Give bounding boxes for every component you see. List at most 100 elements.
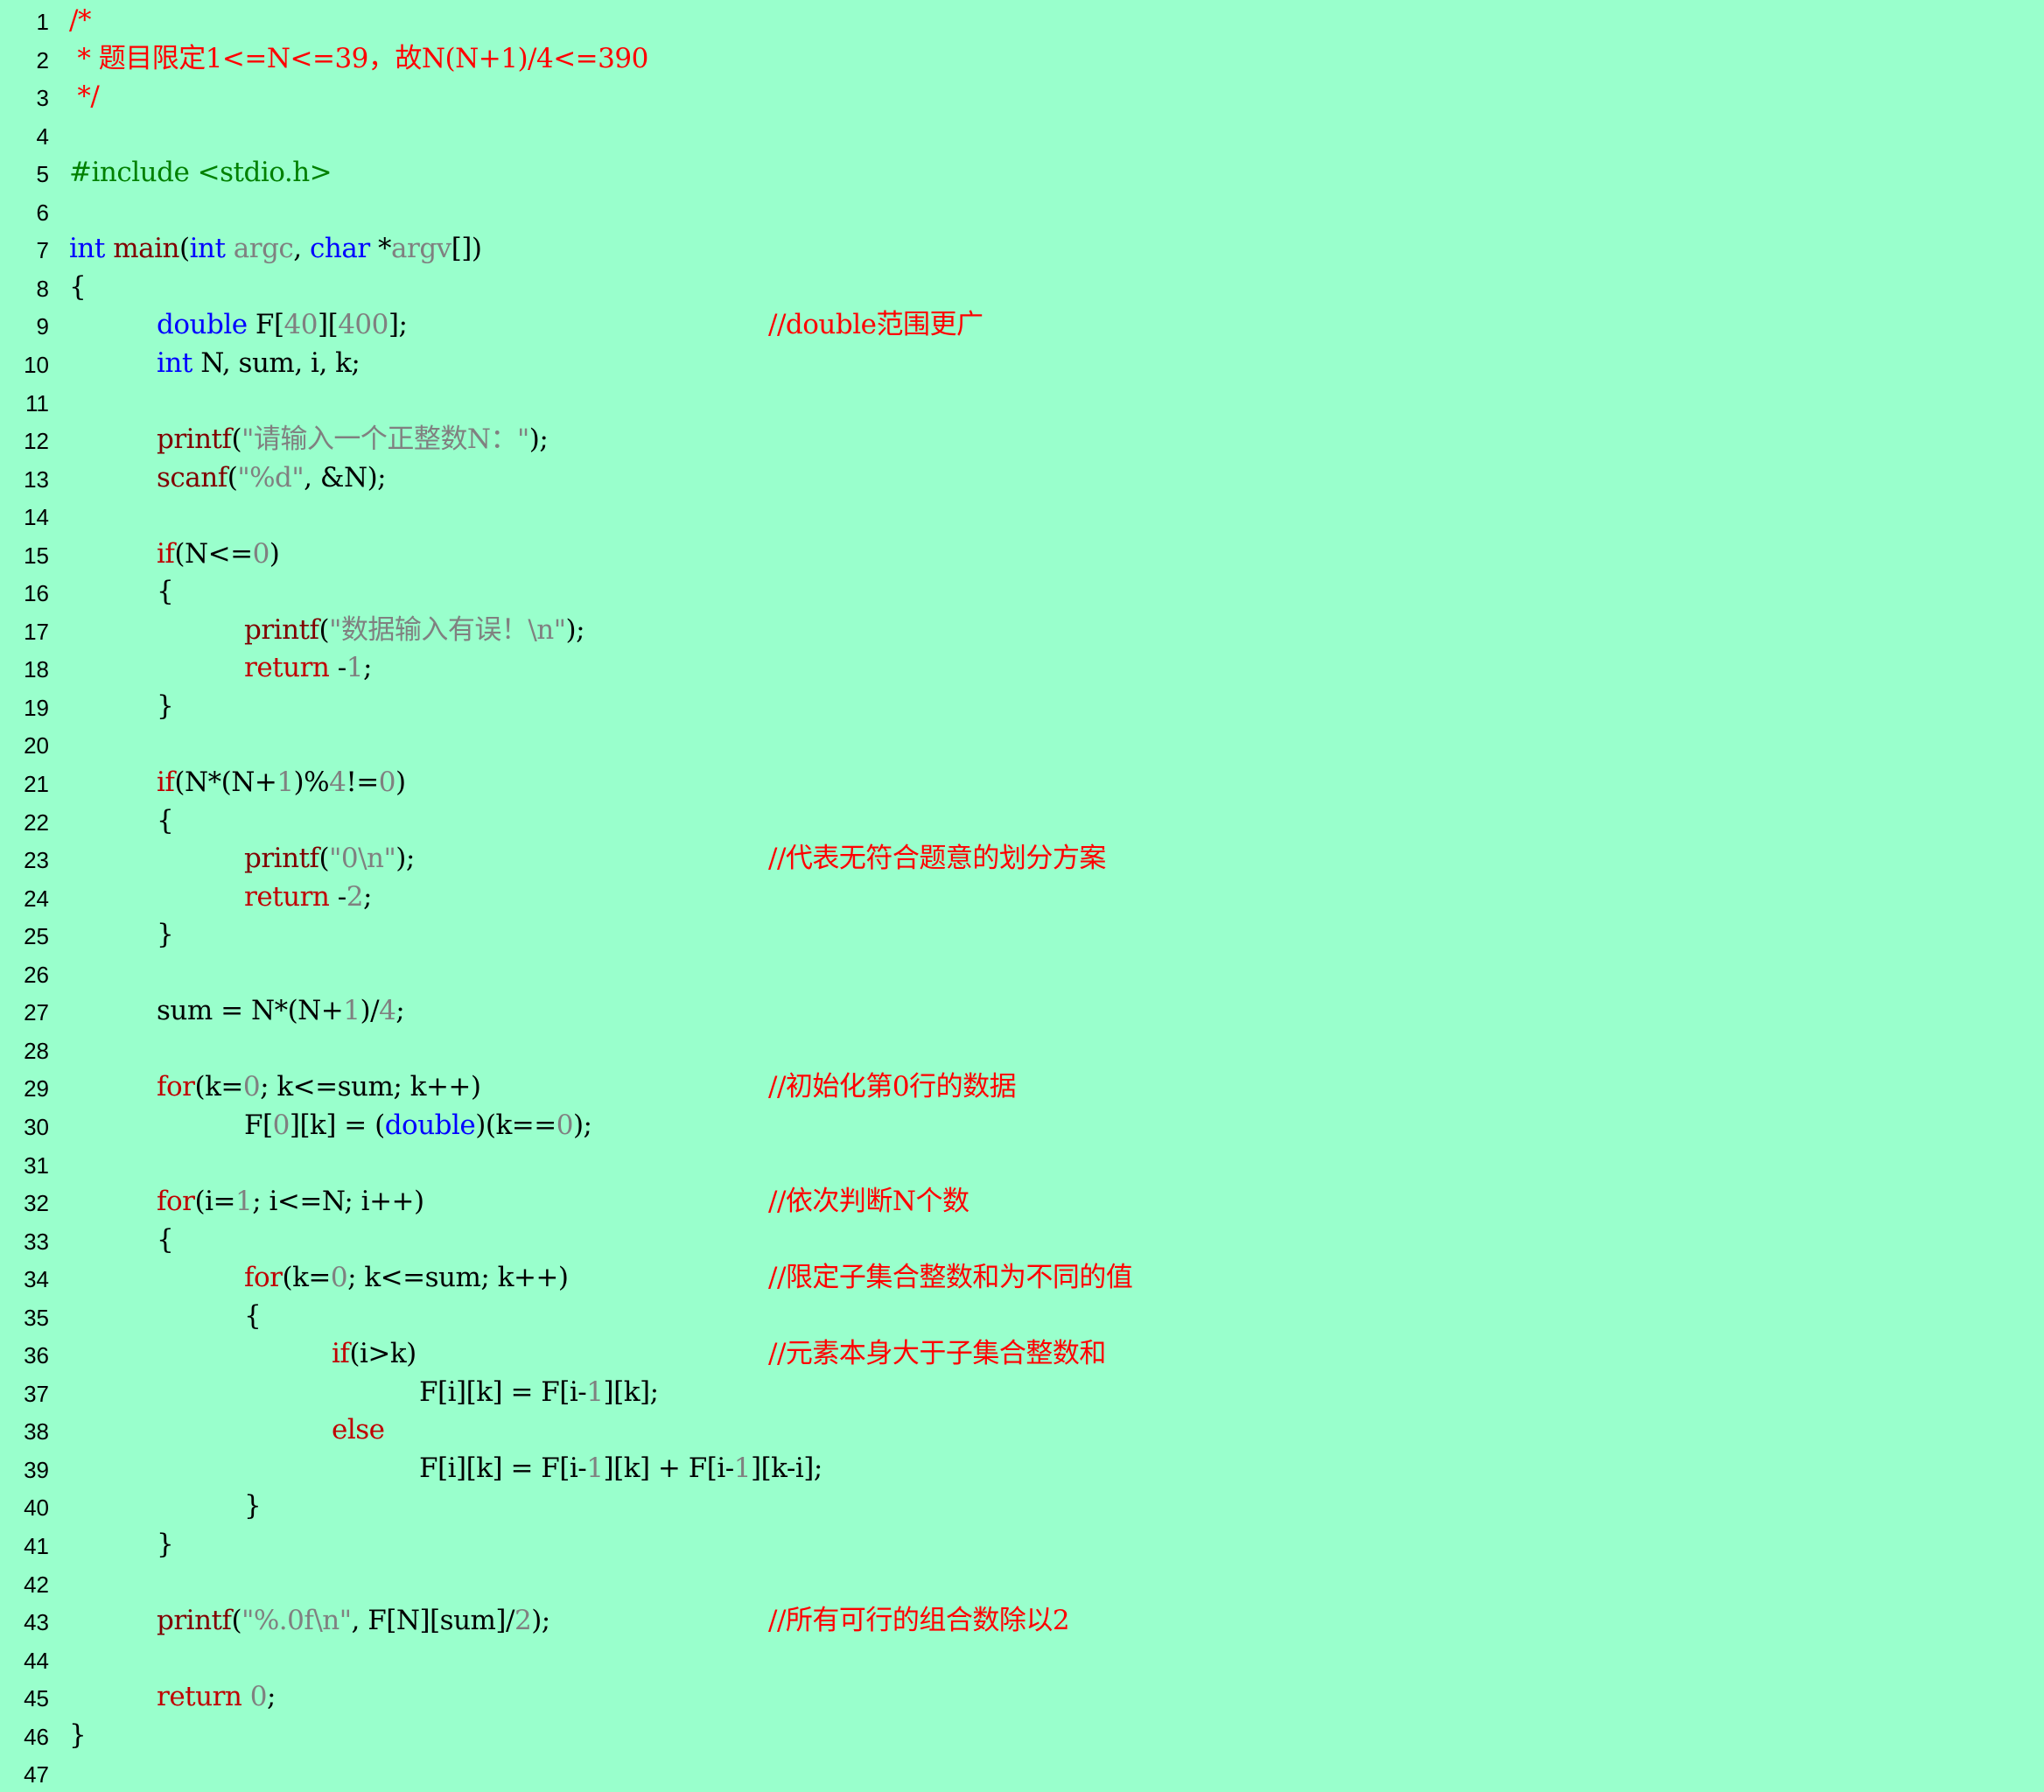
code-line[interactable]: 4	[0, 116, 2044, 154]
code-line[interactable]: 6	[0, 192, 2044, 230]
code-text: return -2;	[244, 878, 372, 916]
code-token: ][k-i];	[750, 1452, 822, 1484]
code-line[interactable]: 3 */	[0, 78, 2044, 116]
code-line[interactable]: 37 F[i][k] = F[i-1][k];	[0, 1374, 2044, 1411]
code-token: ][k] = (	[289, 1109, 385, 1141]
code-line[interactable]: 30 F[0][k] = (double)(k==0);	[0, 1107, 2044, 1144]
line-number: 41	[24, 1533, 49, 1559]
code-line[interactable]: 18 return -1;	[0, 649, 2044, 687]
code-line[interactable]: 31	[0, 1145, 2044, 1183]
code-line[interactable]: 1 /*	[0, 2, 2044, 39]
code-line[interactable]: 42	[0, 1564, 2044, 1602]
code-line[interactable]: 45 return 0;	[0, 1678, 2044, 1716]
code-token: )	[269, 537, 280, 570]
code-line[interactable]: 21 if(N*(N+1)%4!=0)	[0, 764, 2044, 802]
code-token: 1	[234, 1186, 253, 1218]
code-line[interactable]: 39 F[i][k] = F[i-1][k] + F[i-1][k-i];	[0, 1450, 2044, 1488]
code-editor[interactable]: 1/* 2 * 题目限定1<=N<=39，故N(N+1)/4<=390 3 */4 5…	[0, 0, 2044, 1788]
code-line[interactable]: 41}	[0, 1526, 2044, 1564]
code-token: (k=	[282, 1262, 331, 1294]
code-token: (i>k)	[349, 1338, 416, 1370]
code-token: }	[157, 1529, 174, 1560]
code-line[interactable]: 5 #include <stdio.h>	[0, 154, 2044, 192]
code-line[interactable]: 20	[0, 725, 2044, 763]
line-number: 8	[36, 275, 49, 302]
code-line[interactable]: 19}	[0, 688, 2044, 725]
code-token: char	[310, 233, 370, 265]
code-text: if(i>k)	[332, 1335, 416, 1373]
code-line[interactable]: 23 printf("0\n"); //代表无符合题意的划分方案	[0, 840, 2044, 878]
code-text: int main(int argc, char *argv[])	[69, 230, 482, 268]
line-number: 37	[24, 1380, 49, 1407]
code-line[interactable]: 9 double F[40][400]; //double范围更广	[0, 306, 2044, 344]
code-token: ][	[318, 309, 339, 341]
line-number: 14	[24, 504, 49, 531]
code-line[interactable]: 44	[0, 1641, 2044, 1678]
code-line[interactable]: 34 for(k=0; k<=sum; k++) //限定子集合整数和为不同的值	[0, 1259, 2044, 1297]
code-token: );	[565, 613, 585, 646]
code-line[interactable]: 17 printf("数据输入有误！\n");	[0, 612, 2044, 649]
code-token: 1	[733, 1452, 752, 1484]
line-number: 4	[36, 122, 49, 150]
code-token: argv	[391, 233, 452, 265]
code-line[interactable]: 25}	[0, 916, 2044, 954]
code-text: else	[332, 1411, 385, 1449]
code-text: F[i][k] = F[i-1][k] + F[i-1][k-i];	[419, 1450, 822, 1488]
code-line[interactable]: 14	[0, 497, 2044, 535]
code-line[interactable]: 15 if(N<=0)	[0, 536, 2044, 573]
code-text: printf("数据输入有误！\n");	[244, 612, 585, 649]
code-token: [])	[451, 233, 482, 265]
code-line[interactable]: 10 int N, sum, i, k;	[0, 345, 2044, 382]
line-number: 19	[24, 694, 49, 721]
line-number: 18	[24, 656, 49, 683]
code-token: (	[231, 424, 242, 456]
code-token: (	[231, 1605, 242, 1637]
line-number: 7	[36, 237, 49, 264]
line-number: 36	[24, 1342, 49, 1369]
code-token: , F[N][sum]/	[351, 1605, 515, 1637]
code-token: printf	[244, 613, 319, 646]
code-line[interactable]: 7 int main(int argc, char *argv[])	[0, 230, 2044, 268]
code-line[interactable]: 40}	[0, 1488, 2044, 1525]
code-line[interactable]: 29 for(k=0; k<=sum; k++) //初始化第0行的数据	[0, 1068, 2044, 1106]
code-line[interactable]: 36 if(i>k) //元素本身大于子集合整数和	[0, 1335, 2044, 1373]
code-line[interactable]: 28	[0, 1031, 2044, 1068]
code-token: return	[244, 880, 330, 913]
code-line[interactable]: 35 {	[0, 1298, 2044, 1335]
code-token: {	[244, 1299, 262, 1332]
code-line[interactable]: 13 scanf("%d", &N);	[0, 459, 2044, 497]
line-number: 44	[24, 1647, 49, 1674]
code-token: if	[157, 537, 175, 570]
code-line[interactable]: 2 * 题目限定1<=N<=39，故N(N+1)/4<=390	[0, 40, 2044, 78]
code-line[interactable]: 12 printf("请输入一个正整数N：");	[0, 421, 2044, 458]
code-line[interactable]: 22 {	[0, 802, 2044, 840]
code-text: /*	[69, 2, 91, 39]
code-token: 0	[330, 1262, 348, 1294]
code-line[interactable]: 8{	[0, 269, 2044, 306]
code-token: );	[572, 1109, 592, 1141]
code-token: * 题目限定1<=N<=39，故N(N+1)/4<=390	[69, 42, 648, 74]
code-line[interactable]: 24 return -2;	[0, 878, 2044, 916]
code-token: return	[244, 652, 330, 684]
code-token: if	[157, 766, 175, 798]
code-token: for	[157, 1186, 195, 1218]
line-number: 16	[24, 580, 49, 607]
code-line[interactable]: 27 sum = N*(N+1)/4;	[0, 992, 2044, 1030]
code-token: int	[189, 233, 226, 265]
code-line[interactable]: 33 {	[0, 1222, 2044, 1259]
inline-comment: //限定子集合整数和为不同的值	[768, 1262, 1133, 1294]
code-token: F[	[244, 1109, 273, 1141]
code-token: argc	[233, 233, 294, 265]
code-line[interactable]: 46}	[0, 1717, 2044, 1754]
code-line[interactable]: 43 printf("%.0f\n", F[N][sum]/2); //所有可行的组…	[0, 1602, 2044, 1640]
code-line[interactable]: 26	[0, 955, 2044, 992]
code-token: N, sum, i, k;	[192, 346, 360, 379]
code-line[interactable]: 47	[0, 1754, 2044, 1792]
code-line[interactable]: 16 {	[0, 573, 2044, 611]
line-number: 6	[36, 199, 49, 226]
code-line[interactable]: 38 else	[0, 1411, 2044, 1449]
code-line[interactable]: 32 for(i=1; i<=N; i++) //依次判断N个数	[0, 1183, 2044, 1221]
code-token: (	[318, 843, 330, 875]
code-line[interactable]: 11	[0, 383, 2044, 421]
